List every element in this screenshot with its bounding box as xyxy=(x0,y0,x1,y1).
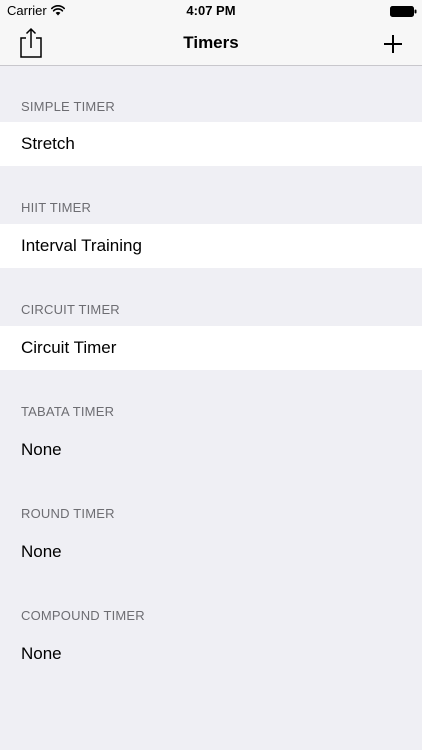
status-time: 4:07 PM xyxy=(186,3,236,18)
section-hiit-timer: HIIT TIMER Interval Training xyxy=(0,166,422,268)
list-item[interactable]: Stretch xyxy=(0,122,422,166)
page-title: Timers xyxy=(183,33,239,52)
list-item[interactable]: Circuit Timer xyxy=(0,326,422,370)
section-round-timer: ROUND TIMER None xyxy=(0,472,422,574)
battery-icon xyxy=(390,6,417,17)
empty-item: None xyxy=(21,440,62,459)
section-header: COMPOUND TIMER xyxy=(21,608,145,623)
empty-item: None xyxy=(21,644,62,663)
plus-icon xyxy=(384,35,402,53)
status-bar: Carrier 4:07 PM xyxy=(0,0,422,22)
navigation-bar: Timers xyxy=(0,22,422,66)
section-compound-timer: COMPOUND TIMER None xyxy=(0,574,422,676)
section-circuit-timer: CIRCUIT TIMER Circuit Timer xyxy=(0,268,422,370)
section-header: SIMPLE TIMER xyxy=(21,99,115,114)
empty-item: None xyxy=(21,542,62,561)
list-item[interactable]: Interval Training xyxy=(0,224,422,268)
section-simple-timer: SIMPLE TIMER Stretch xyxy=(0,66,422,166)
section-tabata-timer: TABATA TIMER None xyxy=(0,370,422,472)
section-header: CIRCUIT TIMER xyxy=(21,302,120,317)
section-header: TABATA TIMER xyxy=(21,404,115,419)
timers-list: SIMPLE TIMER Stretch HIIT TIMER Interval… xyxy=(0,66,422,676)
section-header: HIIT TIMER xyxy=(21,200,92,215)
section-header: ROUND TIMER xyxy=(21,506,115,521)
add-timer-button[interactable] xyxy=(378,29,408,59)
